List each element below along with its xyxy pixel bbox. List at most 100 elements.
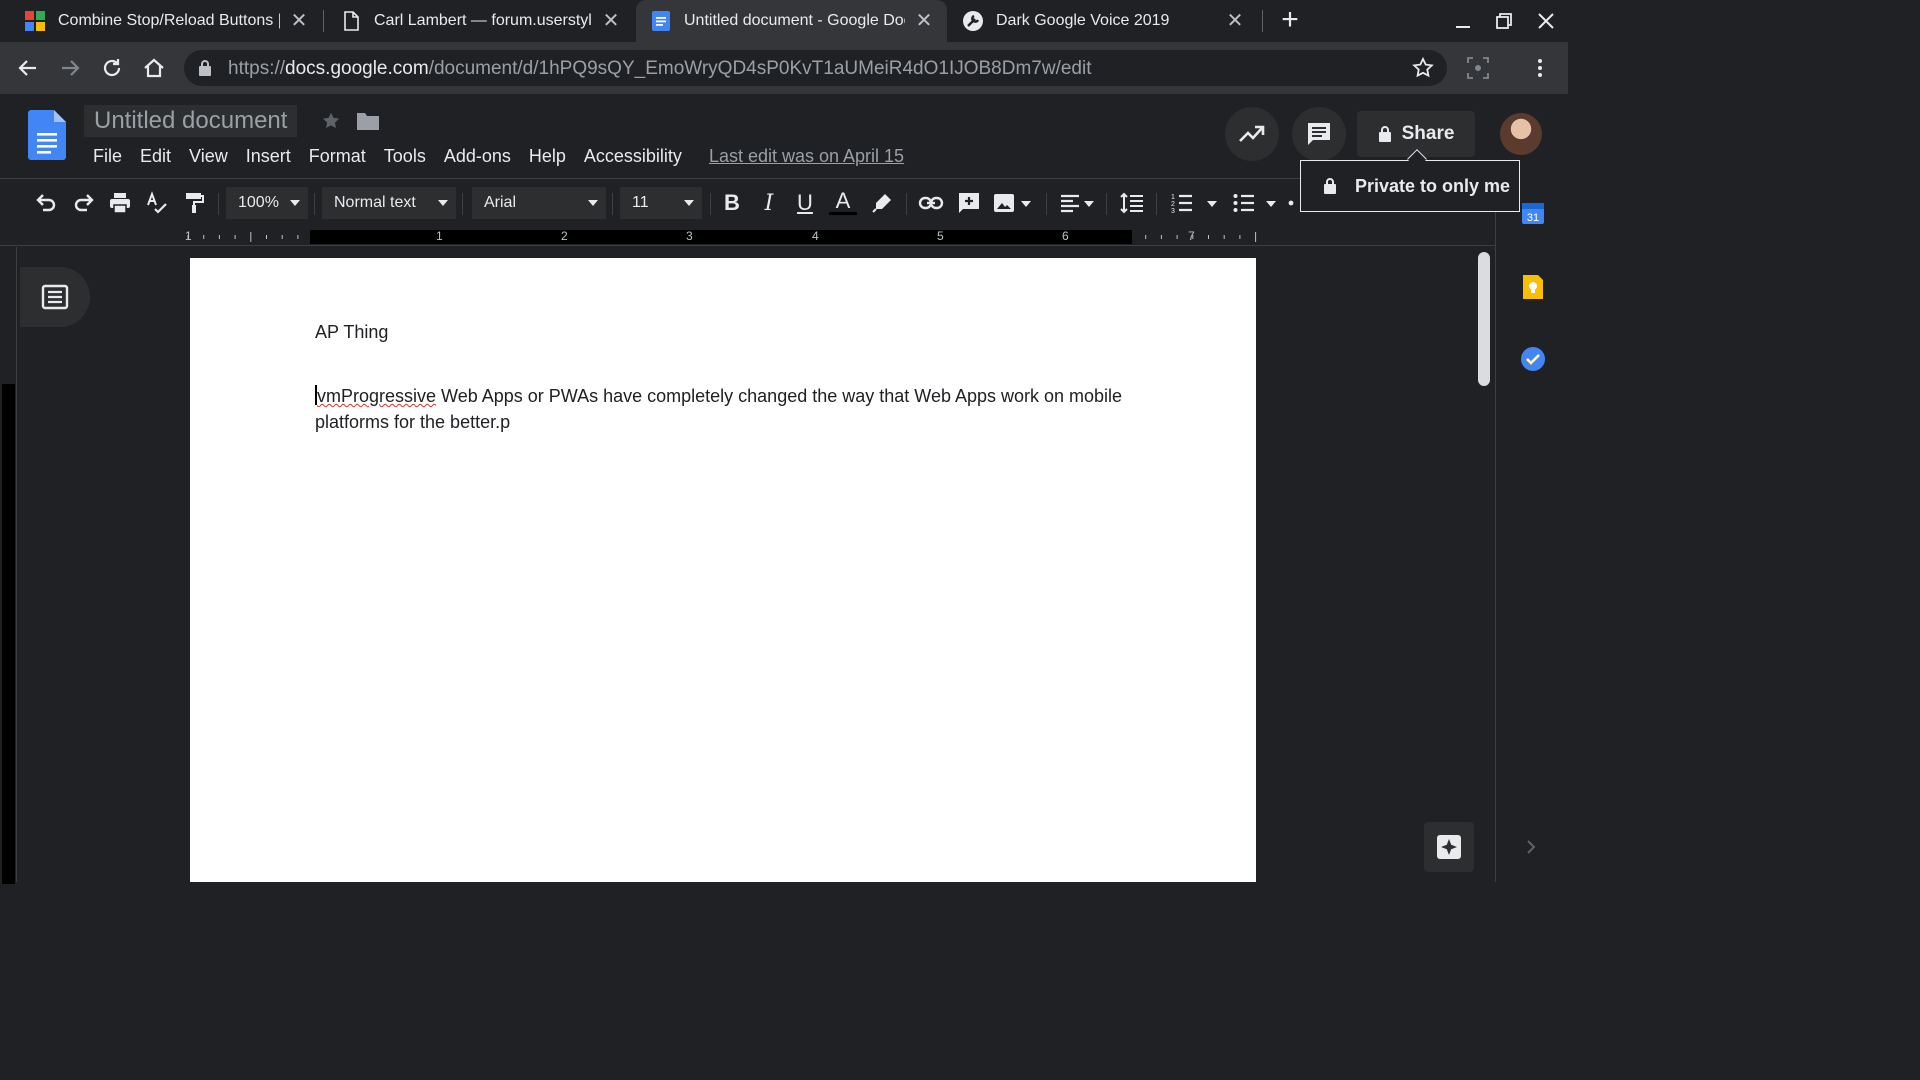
- url-text[interactable]: https://docs.google.com/document/d/1hPQ9…: [228, 58, 1092, 80]
- close-window-icon[interactable]: [1533, 8, 1559, 34]
- chevron-down-icon: [290, 200, 300, 206]
- activity-dashboard-button[interactable]: [1225, 107, 1279, 161]
- align-button[interactable]: [1056, 189, 1084, 217]
- minimize-icon[interactable]: [1450, 8, 1476, 34]
- folder-icon[interactable]: [356, 110, 380, 132]
- google-calendar-icon[interactable]: 31: [1520, 200, 1546, 226]
- insert-comment-button[interactable]: [955, 189, 983, 217]
- highlighter-icon: [872, 194, 891, 213]
- browser-tab-combine-stop-reload[interactable]: Combine Stop/Reload Buttons | U ✕: [0, 0, 322, 42]
- last-edit-link[interactable]: Last edit was on April 15: [709, 144, 904, 168]
- document-paragraph[interactable]: vmProgressive Web Apps or PWAs have comp…: [315, 383, 1135, 435]
- chevron-down-icon[interactable]: [1021, 201, 1031, 207]
- chevron-down-icon: [684, 200, 694, 206]
- chevron-down-icon[interactable]: [1207, 201, 1217, 207]
- misspelled-word[interactable]: vmProgressive: [317, 386, 436, 406]
- url-host: docs.google.com: [285, 58, 429, 79]
- more-tools-button[interactable]: [1284, 189, 1298, 217]
- numbered-list-button[interactable]: 123: [1168, 189, 1196, 217]
- star-icon[interactable]: [320, 110, 342, 132]
- line-spacing-button[interactable]: [1118, 189, 1146, 217]
- menu-file[interactable]: File: [84, 144, 131, 168]
- zoom-select[interactable]: 100%: [226, 187, 308, 219]
- insert-link-button[interactable]: [917, 189, 945, 217]
- menu-accessibility[interactable]: Accessibility: [575, 144, 691, 168]
- browser-tab-dark-google-voice[interactable]: Dark Google Voice 2019 ✕: [948, 0, 1258, 42]
- menu-addons[interactable]: Add-ons: [435, 144, 520, 168]
- paragraph-style-select[interactable]: Normal text: [322, 187, 456, 219]
- menu-tools[interactable]: Tools: [375, 144, 435, 168]
- browser-tab-strip: Combine Stop/Reload Buttons | U ✕ Carl L…: [0, 0, 1568, 42]
- close-icon[interactable]: ✕: [913, 10, 935, 32]
- trending-up-icon: [1239, 125, 1265, 142]
- text-color-button[interactable]: A: [829, 188, 857, 215]
- explore-sparkle-icon: [1437, 835, 1461, 859]
- screenshot-icon[interactable]: [1466, 56, 1490, 80]
- font-family-select[interactable]: Arial: [472, 187, 606, 219]
- svg-text:2: 2: [1171, 201, 1175, 208]
- home-icon[interactable]: [140, 54, 168, 82]
- comments-button[interactable]: [1292, 107, 1346, 161]
- restore-icon[interactable]: [1491, 8, 1517, 34]
- ruler-number: 7: [1188, 229, 1195, 243]
- document-title-input[interactable]: Untitled document: [84, 105, 298, 137]
- paint-format-button[interactable]: [180, 189, 208, 217]
- google-docs-logo-icon[interactable]: [28, 110, 66, 160]
- tab-title: Untitled document - Google Docs: [684, 12, 905, 29]
- forward-arrow-icon[interactable]: [56, 54, 84, 82]
- google-keep-icon[interactable]: [1520, 274, 1546, 300]
- back-arrow-icon[interactable]: [14, 54, 42, 82]
- print-button[interactable]: [106, 189, 134, 217]
- underline-button[interactable]: U: [791, 189, 819, 217]
- tab-title: Dark Google Voice 2019: [996, 12, 1170, 29]
- document-page[interactable]: AP Thing vmProgressive Web Apps or PWAs …: [190, 258, 1256, 882]
- browser-tab-carl-lambert[interactable]: Carl Lambert — forum.userstyles ✕: [324, 0, 634, 42]
- italic-button[interactable]: I: [755, 189, 783, 217]
- bulleted-list-button[interactable]: [1230, 189, 1258, 217]
- reload-icon[interactable]: [98, 54, 126, 82]
- font-size-value: 11: [632, 194, 649, 211]
- undo-button[interactable]: [32, 189, 60, 217]
- insert-image-button[interactable]: [990, 189, 1018, 217]
- close-icon[interactable]: ✕: [1224, 10, 1246, 32]
- toolbar-separator: [462, 193, 463, 215]
- outline-list-icon: [41, 284, 69, 310]
- redo-button[interactable]: [70, 189, 98, 217]
- more-vert-icon[interactable]: [1528, 56, 1552, 80]
- svg-text:1: 1: [1171, 194, 1175, 201]
- windows-grid-icon: [25, 11, 45, 31]
- bold-button[interactable]: B: [718, 189, 746, 217]
- document-heading-text[interactable]: AP Thing: [315, 322, 388, 343]
- browser-tab-google-docs[interactable]: Untitled document - Google Docs ✕: [636, 0, 947, 42]
- google-tasks-icon[interactable]: [1520, 346, 1546, 372]
- vertical-ruler[interactable]: [0, 247, 17, 884]
- chevron-right-icon[interactable]: [1524, 838, 1538, 856]
- document-outline-button[interactable]: [20, 267, 90, 327]
- calendar-day-text: 31: [1527, 212, 1539, 224]
- chevron-down-icon[interactable]: [1084, 201, 1094, 207]
- close-icon[interactable]: ✕: [288, 10, 310, 32]
- font-size-select[interactable]: 11: [620, 187, 702, 219]
- vertical-scrollbar-thumb[interactable]: [1478, 252, 1490, 386]
- spellcheck-button[interactable]: [143, 189, 171, 217]
- menu-help[interactable]: Help: [520, 144, 575, 168]
- menu-insert[interactable]: Insert: [237, 144, 300, 168]
- menu-format[interactable]: Format: [300, 144, 375, 168]
- lock-icon[interactable]: [198, 59, 212, 77]
- comment-icon: [1308, 123, 1330, 145]
- menu-edit[interactable]: Edit: [131, 144, 180, 168]
- menu-view[interactable]: View: [180, 144, 237, 168]
- new-tab-button[interactable]: +: [1276, 5, 1304, 35]
- address-bar[interactable]: https://docs.google.com/document/d/1hPQ9…: [184, 50, 1447, 86]
- avatar[interactable]: [1500, 113, 1542, 155]
- bookmark-star-icon[interactable]: [1411, 56, 1435, 80]
- explore-button[interactable]: [1424, 822, 1474, 872]
- highlight-color-button[interactable]: [868, 189, 896, 217]
- svg-text:3: 3: [1171, 208, 1175, 215]
- close-icon[interactable]: ✕: [600, 10, 622, 32]
- chevron-down-icon[interactable]: [1266, 201, 1276, 207]
- tab-title: Carl Lambert — forum.userstyles: [374, 12, 592, 29]
- horizontal-ruler[interactable]: 1 1 2 3 4 5 6 7: [0, 228, 1495, 246]
- bulleted-list-icon: [1233, 194, 1254, 212]
- paragraph-text: Web Apps or PWAs have completely changed…: [315, 386, 1123, 432]
